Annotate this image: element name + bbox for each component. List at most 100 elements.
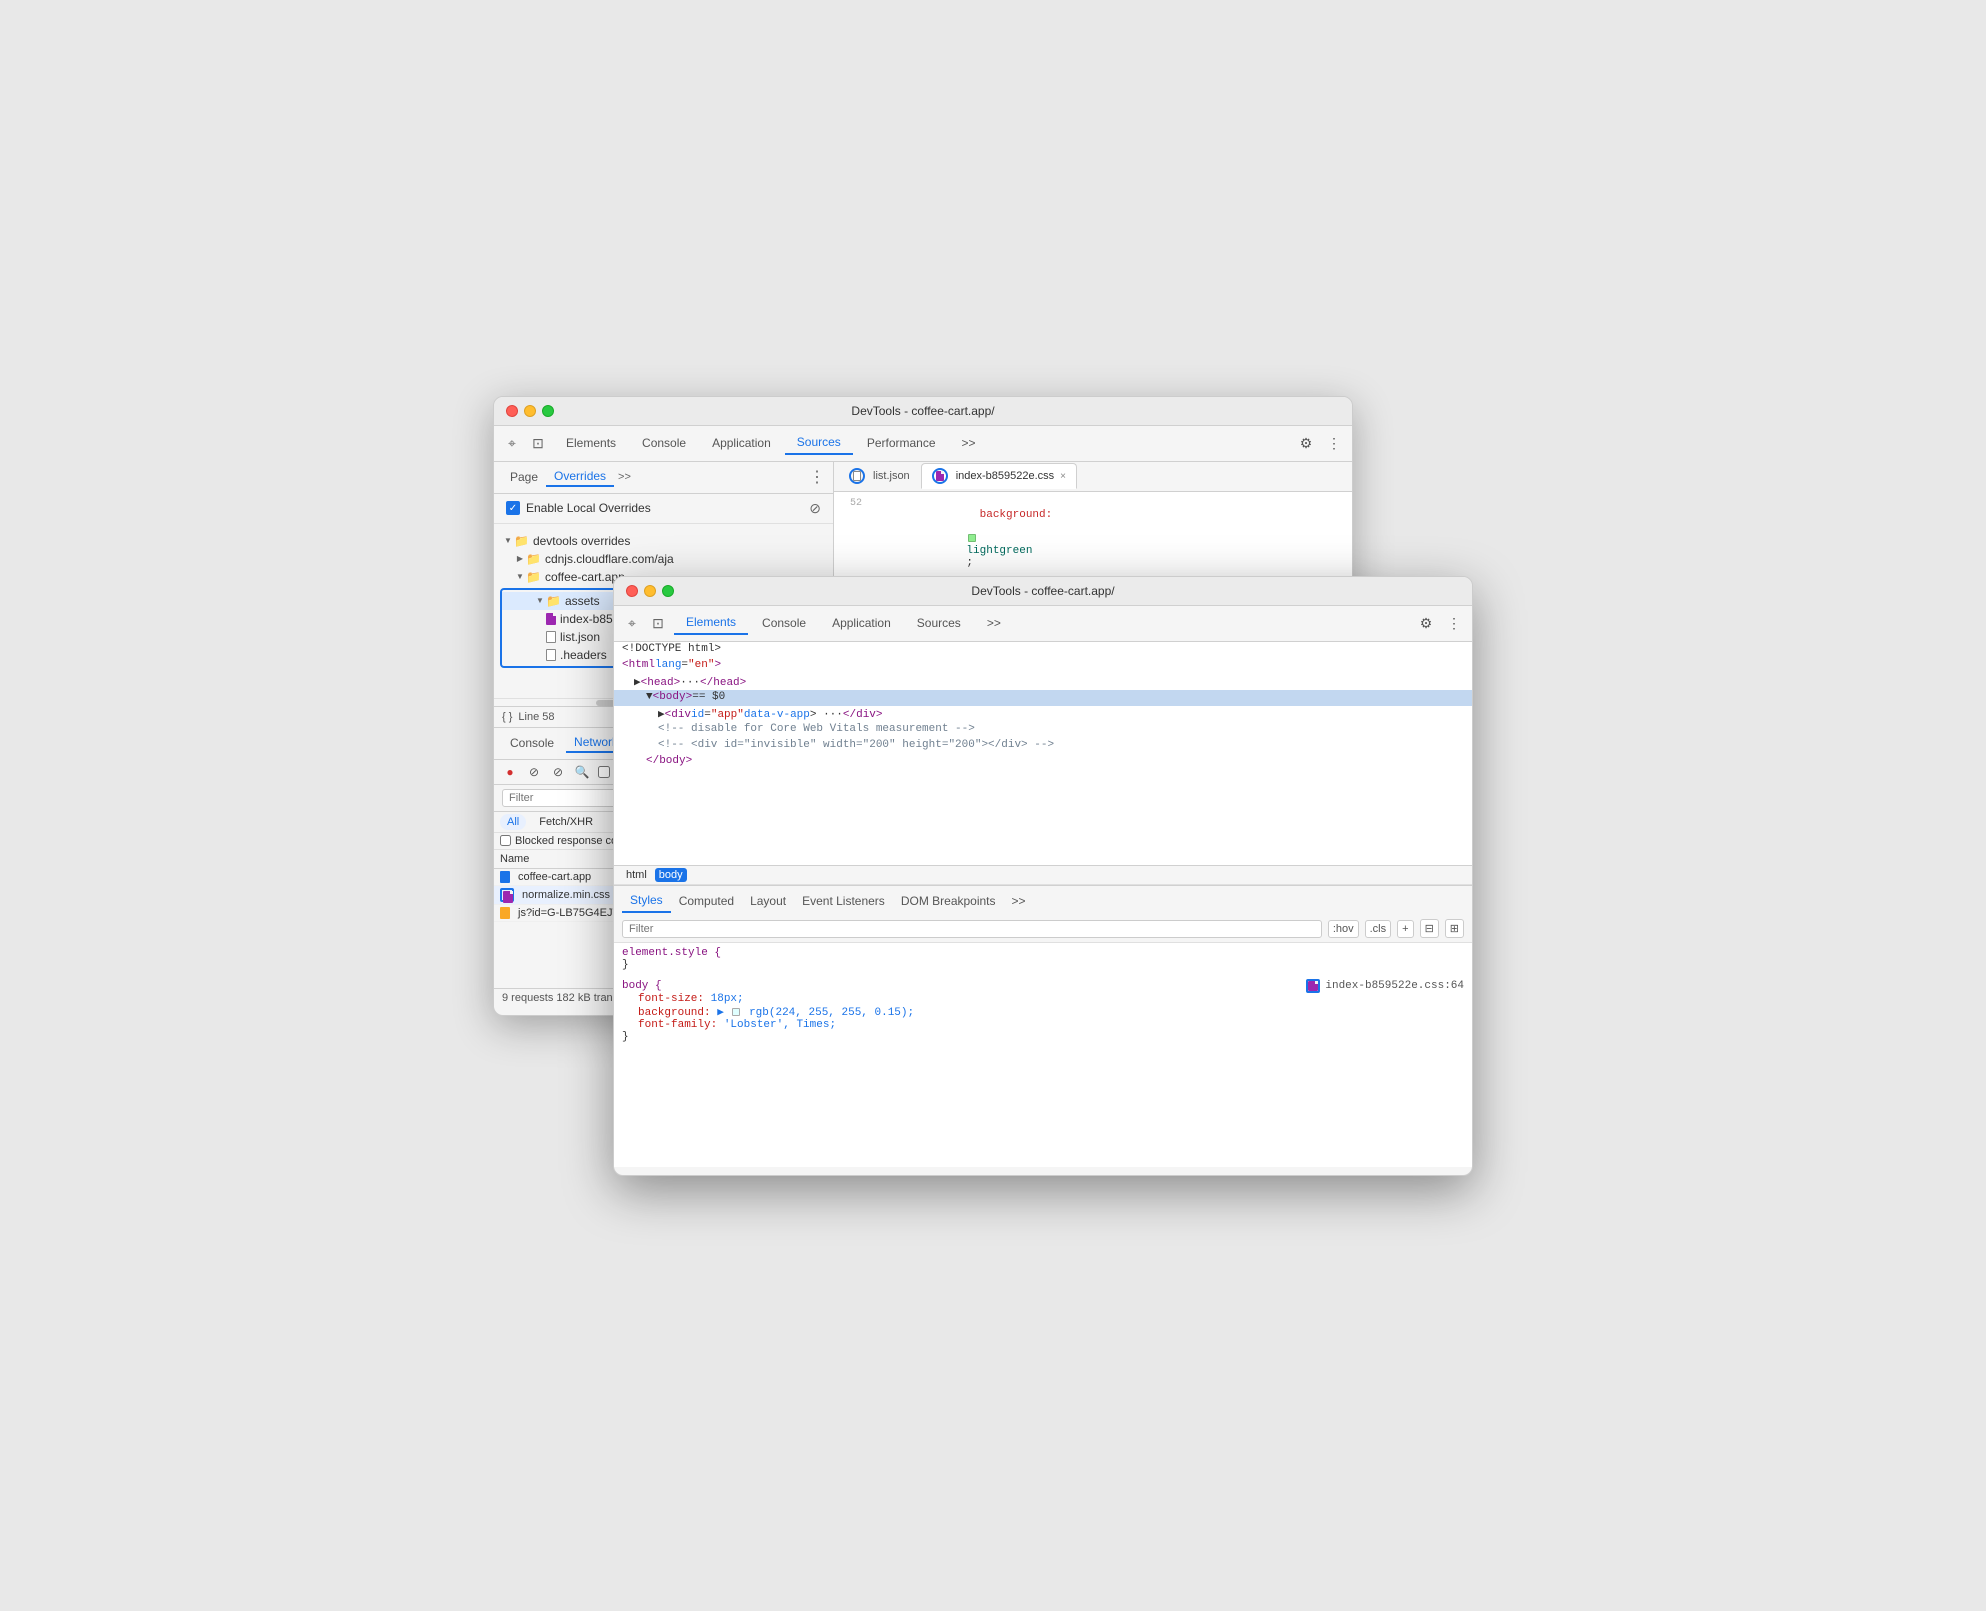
tree-root[interactable]: ▼ 📁 devtools overrides — [494, 532, 833, 550]
back-title: DevTools - coffee-cart.app/ — [851, 404, 994, 418]
styles-rule-element: element.style { } — [622, 947, 1464, 971]
search-icon[interactable]: 🔍 — [574, 764, 590, 780]
tab-sources-back[interactable]: Sources — [785, 431, 853, 455]
comment2-text: <!-- <div id="invisible" width="200" hei… — [658, 739, 1054, 751]
sidebar-tab-more[interactable]: >> — [618, 471, 631, 483]
front-title: DevTools - coffee-cart.app/ — [971, 584, 1114, 598]
front-close-button[interactable] — [626, 585, 638, 597]
body-close-tag: </body> — [646, 755, 692, 767]
html-line-html[interactable]: <html lang = "en" > — [614, 658, 1472, 674]
front-more-icon[interactable]: ⋮ — [1444, 613, 1464, 633]
network-filter-input[interactable] — [502, 789, 622, 807]
tree-root-label: devtools overrides — [533, 534, 630, 548]
html-line-body-close[interactable]: </body> — [614, 754, 1472, 770]
blocked-cookies-checkbox[interactable] — [500, 835, 511, 846]
bottom-tab-console[interactable]: Console — [502, 734, 562, 752]
devtools-front-window: DevTools - coffee-cart.app/ ⌖ ⊡ Elements… — [613, 576, 1473, 1176]
code-text-52: background: lightgreen ; — [874, 497, 1052, 581]
tab-console-back[interactable]: Console — [630, 432, 698, 454]
styles-toggle2-btn[interactable]: ⊞ — [1445, 919, 1464, 938]
body-source-link[interactable]: index-b859522e.css:64 — [1306, 979, 1464, 993]
source-icon-outlined — [1306, 979, 1320, 993]
html-line-body[interactable]: ▼ <body> == $0 — [614, 690, 1472, 706]
tree-arrow-cdnjs: ▶ — [514, 553, 526, 565]
front-tab-bar: ⌖ ⊡ Elements Console Application Sources… — [614, 606, 1472, 642]
front-maximize-button[interactable] — [662, 585, 674, 597]
html-line-head[interactable]: ▶ <head> ··· </head> — [614, 674, 1472, 690]
bottom-tab-more[interactable]: >> — [1004, 890, 1034, 912]
css-file-icon — [546, 613, 556, 625]
breadcrumb-body[interactable]: body — [655, 868, 687, 882]
styles-filter-bar: :hov .cls + ⊟ ⊞ — [614, 915, 1472, 943]
file-tab-close-css[interactable]: × — [1060, 471, 1066, 482]
div-string-app: "app" — [711, 709, 744, 721]
html-line-comment1[interactable]: <!-- disable for Core Web Vitals measure… — [614, 722, 1472, 738]
div-arrow: ▶ — [658, 707, 665, 721]
more-icon-back[interactable]: ⋮ — [1324, 433, 1344, 453]
preserve-log-checkbox[interactable] — [598, 766, 610, 778]
tab-sources-front[interactable]: Sources — [905, 612, 973, 634]
tab-application-back[interactable]: Application — [700, 432, 783, 454]
bottom-tab-styles[interactable]: Styles — [622, 889, 671, 913]
record-button[interactable]: ● — [502, 764, 518, 780]
close-button[interactable] — [506, 405, 518, 417]
styles-hov-btn[interactable]: :hov — [1328, 920, 1359, 938]
json-tab-outlined — [849, 468, 865, 484]
styles-cls-btn[interactable]: .cls — [1365, 920, 1392, 938]
front-selector-icon[interactable]: ⌖ — [622, 613, 642, 633]
prop-name-fontsize: font-size: — [638, 993, 704, 1005]
bottom-tab-computed[interactable]: Computed — [671, 890, 742, 912]
minimize-button[interactable] — [524, 405, 536, 417]
styles-panel: element.style { } body { i — [614, 943, 1472, 1167]
body-tag: <body> — [653, 691, 693, 703]
styles-filter-input[interactable] — [622, 920, 1322, 938]
device-icon[interactable]: ⊡ — [528, 433, 548, 453]
tab-console-front[interactable]: Console — [750, 612, 818, 634]
html-line-doctype[interactable]: <!DOCTYPE html> — [614, 642, 1472, 658]
tab-elements-back[interactable]: Elements — [554, 432, 628, 454]
chip-fetch[interactable]: Fetch/XHR — [532, 814, 600, 830]
bottom-tab-event-listeners[interactable]: Event Listeners — [794, 890, 893, 912]
sidebar-tab-page[interactable]: Page — [502, 468, 546, 486]
bottom-tab-layout[interactable]: Layout — [742, 890, 794, 912]
row2-css-icon-outlined — [500, 888, 514, 902]
styles-toggle1-btn[interactable]: ⊟ — [1420, 919, 1439, 938]
body-prop-fontsize: font-size: 18px; — [622, 993, 1464, 1005]
chip-all[interactable]: All — [500, 814, 526, 830]
color-swatch-green — [968, 534, 976, 542]
no-entry-icon[interactable]: ⊘ — [809, 500, 821, 517]
breadcrumb-html[interactable]: html — [622, 868, 651, 882]
comment1-text: <!-- disable for Core Web Vitals measure… — [658, 723, 975, 735]
prop-name-fontfamily: font-family: — [638, 1019, 717, 1031]
settings-icon[interactable]: ⚙ — [1296, 433, 1316, 453]
html-string-en: "en" — [688, 659, 714, 671]
sidebar-more-btn[interactable]: ⋮ — [809, 467, 825, 487]
styles-add-btn[interactable]: + — [1397, 920, 1413, 938]
tab-performance-back[interactable]: Performance — [855, 432, 948, 454]
enable-overrides-checkbox[interactable]: ✓ — [506, 501, 520, 515]
front-device-icon[interactable]: ⊡ — [648, 613, 668, 633]
html-line-comment2[interactable]: <!-- <div id="invisible" width="200" hei… — [614, 738, 1472, 754]
tab-more-front[interactable]: >> — [975, 612, 1013, 634]
bottom-tab-dom-breakpoints[interactable]: DOM Breakpoints — [893, 890, 1004, 912]
front-minimize-button[interactable] — [644, 585, 656, 597]
sidebar-tab-overrides[interactable]: Overrides — [546, 467, 614, 487]
front-settings-icon[interactable]: ⚙ — [1416, 613, 1436, 633]
tree-arrow-coffeecart: ▼ — [514, 571, 526, 583]
file-tab-css[interactable]: index-b859522e.css × — [921, 463, 1077, 489]
back-traffic-lights — [506, 405, 554, 417]
file-tab-json[interactable]: list.json — [838, 463, 921, 489]
filter-icon[interactable]: ⊘ — [550, 764, 566, 780]
tree-item-cdnjs[interactable]: ▶ 📁 cdnjs.cloudflare.com/aja — [494, 550, 833, 568]
body-prop-background: background: ▶ rgb(224, 255, 255, 0.15); — [622, 1005, 1464, 1019]
tab-more-back[interactable]: >> — [950, 432, 988, 454]
head-mid: ··· — [680, 677, 700, 689]
tab-application-front[interactable]: Application — [820, 612, 903, 634]
selector-icon[interactable]: ⌖ — [502, 433, 522, 453]
html-line-div-app[interactable]: ▶ <div id = "app" data-v-app > ··· </div… — [614, 706, 1472, 722]
body-arrow: ▼ — [646, 691, 653, 703]
maximize-button[interactable] — [542, 405, 554, 417]
tab-elements-front[interactable]: Elements — [674, 611, 748, 635]
clear-button[interactable]: ⊘ — [526, 764, 542, 780]
head-tag: <head> — [641, 677, 681, 689]
